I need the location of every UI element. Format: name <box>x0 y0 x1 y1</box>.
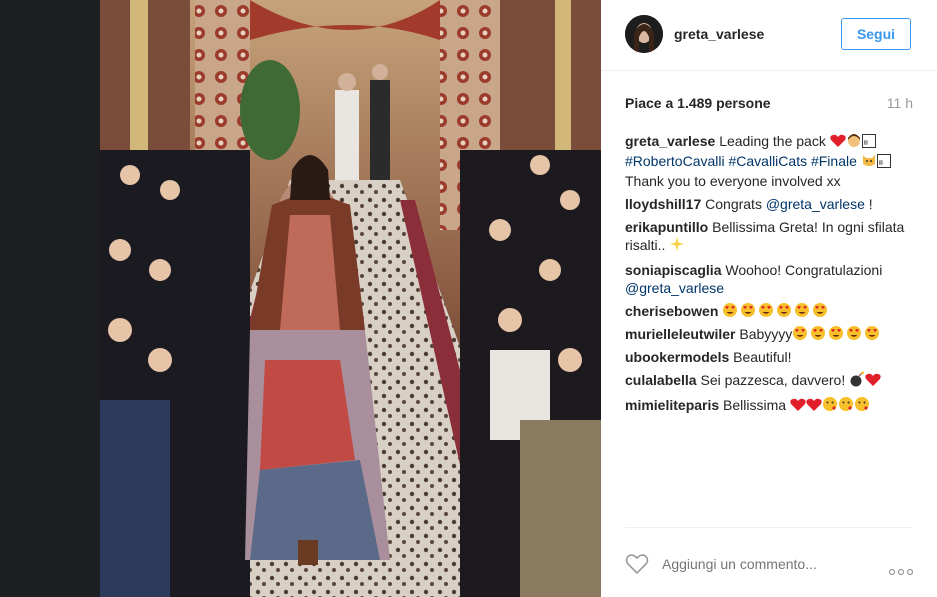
post-photo[interactable] <box>100 0 601 597</box>
post-time[interactable]: 11 h <box>887 95 913 111</box>
more-options-icon[interactable] <box>888 562 914 576</box>
comment-username[interactable]: greta_varlese <box>625 133 715 149</box>
comment-text: Congrats <box>705 196 762 212</box>
post-username[interactable]: greta_varlese <box>674 26 764 42</box>
red-heart-icon <box>790 398 806 416</box>
unknown-glyph-icon: ▤ <box>876 154 891 172</box>
kiss-emoji-icon <box>822 396 838 416</box>
caption: greta_varlese Leading the pack ▤ #Robert… <box>625 132 917 190</box>
list-item: soniapiscaglia Woohoo! Congratulazioni @… <box>625 261 917 297</box>
comment-username[interactable]: ubookermodels <box>625 349 729 365</box>
woman-emoji-icon <box>846 132 862 152</box>
kiss-emoji-icon <box>838 396 854 416</box>
list-item: mimieliteparis Bellissima <box>625 396 917 416</box>
svg-text:▤: ▤ <box>864 139 868 146</box>
comment-username[interactable]: erikapuntillo <box>625 219 708 235</box>
comment-text: Woohoo! Congratulazioni <box>725 262 883 278</box>
caption-hashtags[interactable]: #RobertoCavalli #CavalliCats #Finale <box>625 153 857 169</box>
follow-button[interactable]: Segui <box>841 18 911 50</box>
mention-link[interactable]: @greta_varlese <box>625 280 724 296</box>
list-item: erikapuntillo Bellissima Greta! In ogni … <box>625 218 917 256</box>
comments-list: greta_varlese Leading the pack ▤ #Robert… <box>625 132 917 421</box>
divider <box>625 527 913 528</box>
comment-username[interactable]: mimieliteparis <box>625 397 719 413</box>
cat-emoji-icon <box>861 152 877 172</box>
comment-username[interactable]: soniapiscaglia <box>625 262 721 278</box>
kiss-emoji-icon <box>854 396 870 416</box>
heart-eyes-emoji-icon <box>722 303 830 319</box>
comment-username[interactable]: murielleleutwiler <box>625 326 735 342</box>
likes-count[interactable]: Piace a 1.489 persone <box>625 95 771 111</box>
list-item: cherisebowen <box>625 302 917 320</box>
comment-text: ! <box>864 196 873 212</box>
caption-thanks: Thank you to everyone involved xx <box>625 173 841 189</box>
comment-username[interactable]: cherisebowen <box>625 303 718 319</box>
comment-text: Sei pazzesca, davvero! <box>700 372 846 388</box>
heart-outline-icon[interactable] <box>625 553 649 575</box>
avatar[interactable] <box>625 15 663 53</box>
comment-username[interactable]: culalabella <box>625 372 697 388</box>
post-sidebar: greta_varlese Segui Piace a 1.489 person… <box>601 0 937 597</box>
list-item: ubookermodels Beautiful! <box>625 348 917 366</box>
bomb-icon <box>849 371 865 391</box>
comment-username[interactable]: lloydshill17 <box>625 196 701 212</box>
comment-text: Bellissima <box>723 397 787 413</box>
unknown-glyph-icon: ▤ <box>861 134 876 152</box>
comment-text: Babyyyy <box>739 326 793 342</box>
comment-text: Leading the pack <box>719 133 826 149</box>
red-heart-icon <box>806 398 822 416</box>
list-item: culalabella Sei pazzesca, davvero! <box>625 371 917 391</box>
post-header: greta_varlese Segui <box>601 0 937 71</box>
comment-input[interactable] <box>660 555 844 573</box>
list-item: lloydshill17 Congrats @greta_varlese ! <box>625 195 917 213</box>
svg-text:▤: ▤ <box>879 159 883 166</box>
mention-link[interactable]: @greta_varlese <box>766 196 865 212</box>
comment-text: Beautiful! <box>733 349 792 365</box>
heart-eyes-emoji-icon <box>792 326 882 342</box>
red-heart-icon <box>830 134 846 152</box>
list-item: murielleleutwiler Babyyyy <box>625 325 917 343</box>
sparkles-icon <box>669 236 685 256</box>
red-heart-icon <box>865 373 881 391</box>
